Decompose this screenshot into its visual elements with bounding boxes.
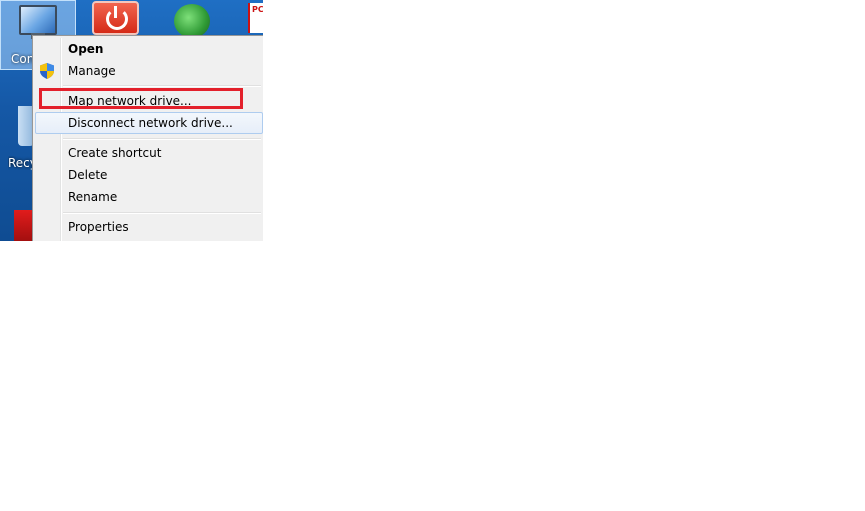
menu-item-open[interactable]: Open bbox=[35, 38, 263, 60]
uac-shield-icon bbox=[40, 63, 54, 79]
recycle-arrows-icon[interactable] bbox=[174, 4, 210, 38]
menu-item-label: Manage bbox=[68, 64, 116, 78]
menu-separator bbox=[63, 212, 261, 214]
menu-item-rename[interactable]: Rename bbox=[35, 186, 263, 208]
desktop-screenshot: Con PC Recy Open Manage Map network driv… bbox=[0, 0, 263, 241]
pdf-icon[interactable]: PC bbox=[248, 3, 263, 33]
menu-item-properties[interactable]: Properties bbox=[35, 216, 263, 238]
context-menu: Open Manage Map network drive... Disconn… bbox=[32, 35, 263, 241]
menu-separator bbox=[63, 85, 261, 87]
menu-item-manage[interactable]: Manage bbox=[35, 60, 263, 82]
power-icon[interactable] bbox=[92, 1, 139, 35]
menu-item-label: Open bbox=[68, 42, 104, 56]
menu-item-label: Create shortcut bbox=[68, 146, 162, 160]
red-app-icon[interactable] bbox=[14, 210, 34, 241]
menu-item-label: Rename bbox=[68, 190, 118, 204]
pdf-icon-label: PC bbox=[252, 5, 263, 14]
menu-item-delete[interactable]: Delete bbox=[35, 164, 263, 186]
recycle-bin-label: Recy bbox=[8, 156, 34, 170]
annotation-highlight-box bbox=[39, 88, 243, 109]
menu-item-label: Properties bbox=[68, 220, 129, 234]
menu-item-create-shortcut[interactable]: Create shortcut bbox=[35, 142, 263, 164]
menu-separator bbox=[63, 138, 261, 140]
menu-item-label: Disconnect network drive... bbox=[68, 116, 233, 130]
computer-icon bbox=[19, 5, 57, 39]
menu-item-disconnect-network-drive[interactable]: Disconnect network drive... bbox=[35, 112, 263, 134]
menu-item-label: Delete bbox=[68, 168, 108, 182]
